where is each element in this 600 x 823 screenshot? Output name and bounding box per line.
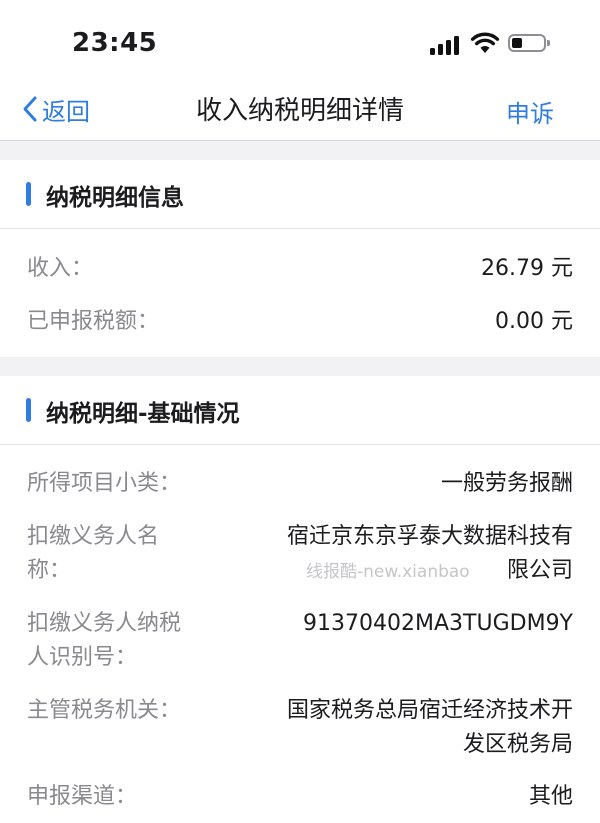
- row-value: 0.00 元: [495, 309, 573, 334]
- row-label: 扣缴义务人纳税: [27, 611, 182, 636]
- row-value: 其他: [528, 784, 573, 809]
- row-value-continued: 发区税务局: [462, 732, 573, 757]
- cellular-signal-icon: [430, 35, 462, 55]
- section-tax-detail-header: 纳税明细信息: [0, 160, 600, 229]
- row-value: 91370402MA3TUGDM9Y: [303, 611, 573, 636]
- section-spacer: [0, 141, 600, 160]
- status-time: 23:45: [72, 28, 158, 58]
- section-title: 纳税明细信息: [46, 185, 184, 211]
- row-label: 主管税务机关：: [27, 698, 182, 723]
- row-label-continued: 称：: [27, 558, 72, 583]
- section-accent-bar: [26, 182, 31, 206]
- row-label: 已申报税额：: [27, 309, 160, 334]
- row-label: 申报渠道：: [27, 784, 138, 809]
- section-basic-info-header: 纳税明细-基础情况: [0, 376, 600, 445]
- section-title: 纳税明细-基础情况: [46, 401, 240, 427]
- appeal-button[interactable]: 申诉: [506, 94, 554, 129]
- wifi-icon: [470, 32, 500, 53]
- watermark: 线报酷-new.xianbao: [306, 562, 470, 582]
- row-value: 26.79 元: [481, 256, 573, 281]
- status-bar: 23:45: [0, 0, 600, 78]
- battery-icon: [508, 34, 550, 52]
- row-label-continued: 人识别号：: [27, 645, 138, 670]
- section-accent-bar: [26, 398, 31, 422]
- row-label: 扣缴义务人名: [27, 524, 160, 549]
- navigation-bar: 返回 收入纳税明细详情 申诉: [0, 78, 600, 141]
- row-label: 收入：: [27, 256, 94, 281]
- row-value: 一般劳务报酬: [440, 471, 573, 496]
- row-value: 国家税务总局宿迁经济技术开: [286, 698, 573, 723]
- row-value: 宿迁京东京孚泰大数据科技有: [286, 524, 573, 549]
- row-label: 所得项目小类：: [27, 471, 182, 496]
- section-spacer: [0, 357, 600, 376]
- row-value-continued: 限公司: [506, 558, 573, 583]
